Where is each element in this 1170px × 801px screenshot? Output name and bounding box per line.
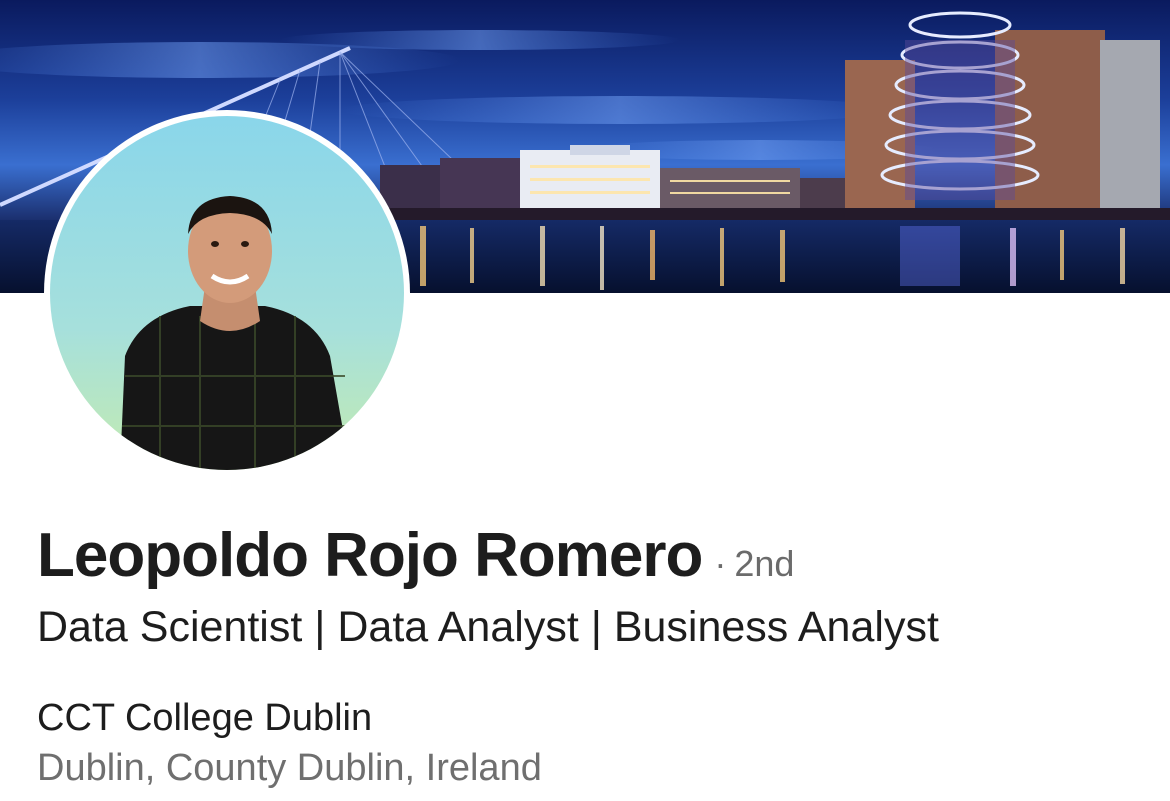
connection-degree-badge: 2nd bbox=[734, 543, 795, 584]
profile-name: Leopoldo Rojo Romero bbox=[37, 521, 703, 590]
name-row: Leopoldo Rojo Romero · 2nd bbox=[37, 520, 794, 591]
separator-dot: · bbox=[714, 543, 727, 584]
profile-location: Dublin, County Dublin, Ireland bbox=[37, 747, 542, 789]
profile-avatar[interactable] bbox=[44, 110, 410, 476]
profile-card: Leopoldo Rojo Romero · 2nd Data Scientis… bbox=[0, 0, 1170, 801]
education-link[interactable]: CCT College Dublin bbox=[37, 697, 372, 740]
profile-headline: Data Scientist | Data Analyst | Business… bbox=[37, 603, 939, 651]
avatar-photo bbox=[50, 116, 404, 470]
